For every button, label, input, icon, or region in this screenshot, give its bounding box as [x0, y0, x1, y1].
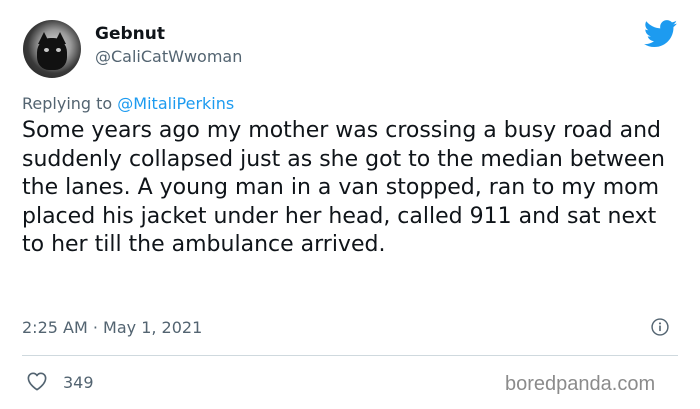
reply-mention-link[interactable]: @MitaliPerkins — [117, 94, 234, 113]
reply-context: Replying to @MitaliPerkins — [22, 94, 234, 113]
twitter-bird-icon — [644, 20, 678, 48]
user-handle[interactable]: @CaliCatWwoman — [95, 47, 242, 66]
heart-icon[interactable] — [26, 371, 48, 391]
like-count: 349 — [63, 373, 94, 392]
reply-prefix: Replying to — [22, 94, 118, 113]
watermark: boredpanda.com — [505, 373, 656, 395]
display-name[interactable]: Gebnut — [95, 24, 165, 44]
info-icon[interactable] — [651, 318, 669, 336]
avatar-cat-eye-right — [56, 48, 61, 52]
divider — [22, 355, 678, 356]
avatar[interactable] — [23, 20, 81, 78]
tweet-text: Some years ago my mother was crossing a … — [22, 118, 665, 258]
avatar-cat-head — [37, 38, 67, 70]
tweet-timestamp[interactable]: 2:25 AM · May 1, 2021 — [22, 318, 202, 337]
avatar-cat-eye-left — [44, 48, 49, 52]
